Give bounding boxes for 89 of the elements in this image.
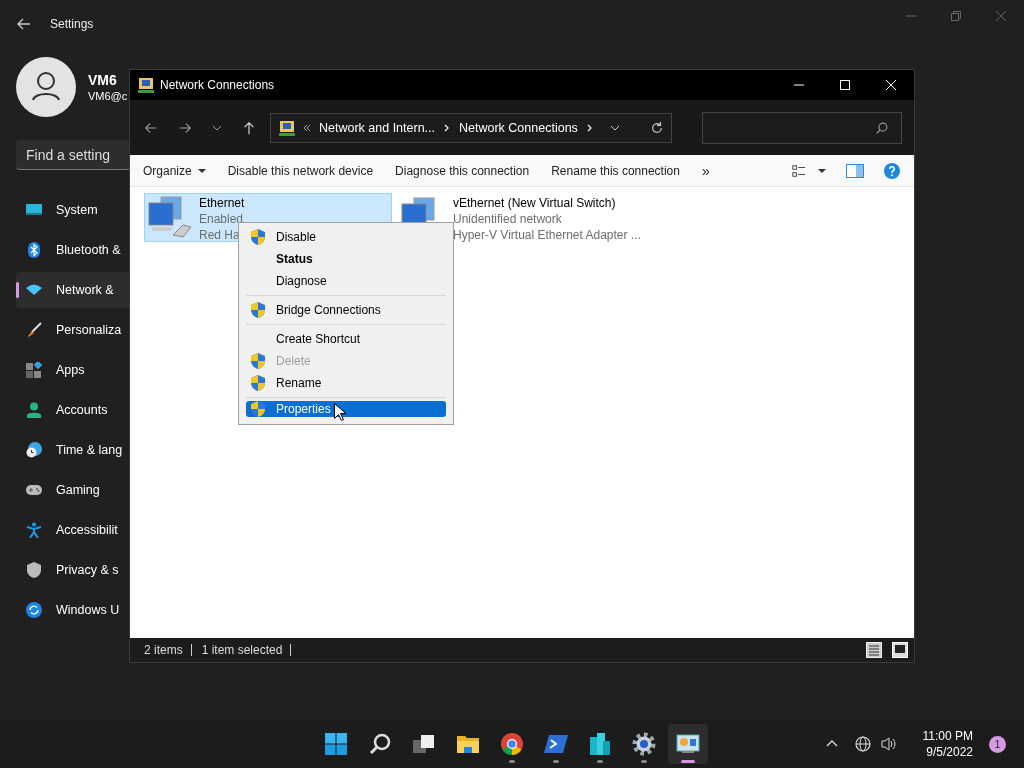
apps-icon — [26, 362, 42, 378]
status-text: 2 items — [144, 643, 183, 657]
sync-icon — [26, 602, 42, 618]
window-title: Settings — [50, 17, 94, 31]
volume-icon[interactable] — [880, 736, 897, 752]
nav-item[interactable]: Network & — [16, 272, 130, 308]
toolbar-button[interactable]: Disable this network device — [222, 163, 379, 178]
refresh-icon[interactable] — [649, 120, 664, 135]
shield-icon — [26, 562, 42, 578]
gamepad-icon — [26, 482, 42, 498]
double-chevron-icon — [303, 123, 311, 132]
connection-name: vEthernet (New Virtual Switch) — [453, 195, 617, 211]
network-connections-icon — [676, 732, 700, 756]
toolbar-button[interactable]: Organize — [138, 163, 211, 178]
chevron-right-icon[interactable] — [585, 123, 594, 132]
breadcrumb[interactable]: Network Connections — [459, 120, 578, 135]
connection-name: Ethernet — [199, 195, 245, 211]
taskbar-app[interactable] — [668, 724, 708, 764]
nav-item[interactable]: System — [16, 192, 130, 228]
search-icon — [368, 732, 392, 756]
breadcrumb[interactable]: Network and Intern... — [319, 120, 436, 135]
back-arrow-icon[interactable] — [144, 120, 158, 135]
nav-item[interactable]: Accounts — [16, 392, 130, 428]
nav-item[interactable]: Personaliza — [16, 312, 130, 348]
caret-icon — [197, 166, 206, 175]
menu-item[interactable]: Status — [246, 248, 446, 270]
restore-icon[interactable] — [951, 11, 961, 21]
status-text: 1 item selected — [201, 643, 283, 657]
user-email: VM6@c — [88, 90, 128, 102]
more-button[interactable]: » — [696, 162, 715, 179]
up-arrow-icon[interactable] — [242, 120, 256, 135]
toolbar-button[interactable]: Rename this connection — [546, 163, 685, 178]
connection-status: Enabled — [199, 211, 245, 227]
maximize-icon[interactable] — [840, 80, 850, 90]
details-view-icon[interactable] — [866, 642, 882, 658]
buildings-icon — [588, 732, 612, 756]
accessibility-icon — [26, 522, 42, 538]
wifi-icon — [26, 282, 42, 298]
nav-item[interactable]: Windows U — [16, 592, 130, 628]
nav-item[interactable]: Apps — [16, 352, 130, 388]
monitor-icon — [26, 202, 42, 218]
toolbar-button[interactable]: Diagnose this connection — [390, 163, 535, 178]
clock-globe-icon — [26, 442, 42, 458]
user-name: VM6 — [88, 72, 118, 88]
nav-item[interactable]: Time & lang — [16, 432, 130, 468]
preview-pane-icon[interactable] — [846, 162, 864, 179]
shield-icon — [250, 401, 266, 417]
menu-item[interactable]: Rename — [246, 372, 446, 394]
menu-item[interactable]: Properties — [246, 401, 446, 417]
brush-icon — [26, 322, 42, 338]
nav-item[interactable]: Bluetooth & — [16, 232, 130, 268]
shield-icon — [250, 302, 266, 318]
nav-item[interactable]: Privacy & s — [16, 552, 130, 588]
browser-icon — [500, 732, 524, 756]
back-arrow-icon[interactable] — [16, 16, 32, 32]
forward-arrow-icon[interactable] — [178, 120, 192, 135]
nav-item[interactable]: Accessibilit — [16, 512, 130, 548]
cursor-icon — [334, 403, 346, 421]
task-view-icon — [412, 732, 436, 756]
network-folder-icon — [279, 119, 295, 136]
person-icon — [26, 402, 42, 418]
menu-item[interactable]: Bridge Connections — [246, 299, 446, 321]
view-options-icon[interactable] — [792, 163, 806, 178]
globe-icon[interactable] — [854, 736, 871, 752]
search-field[interactable] — [702, 111, 902, 144]
shield-icon — [250, 229, 266, 245]
avatar-icon — [16, 57, 76, 117]
shield-icon — [250, 375, 266, 391]
menu-item[interactable]: Create Shortcut — [246, 328, 446, 350]
network-folder-icon — [138, 77, 154, 93]
gear-icon — [632, 732, 656, 756]
search-icon — [875, 120, 889, 135]
bluetooth-icon — [26, 242, 42, 258]
help-icon[interactable] — [884, 162, 900, 179]
address-bar[interactable]: Network and Intern... Network Connections — [270, 112, 672, 143]
window-title: Network Connections — [160, 78, 275, 92]
windows-logo-icon — [324, 732, 348, 756]
clock[interactable]: 11:00 PM 9/5/2022 — [922, 728, 973, 760]
nav-item[interactable]: Gaming — [16, 472, 130, 508]
caret-icon[interactable] — [818, 166, 826, 175]
large-icons-view-icon[interactable] — [892, 642, 908, 658]
menu-item[interactable]: Diagnose — [246, 270, 446, 292]
search-field[interactable]: Find a setting — [16, 140, 130, 170]
adapter-name: Hyper-V Virtual Ethernet Adapter ... — [453, 227, 641, 243]
notification-badge[interactable]: 1 — [989, 735, 1006, 753]
computers-icon — [147, 195, 195, 239]
shield-icon — [250, 353, 266, 369]
connection-status: Unidentified network — [453, 211, 563, 227]
terminal-icon — [544, 732, 568, 756]
